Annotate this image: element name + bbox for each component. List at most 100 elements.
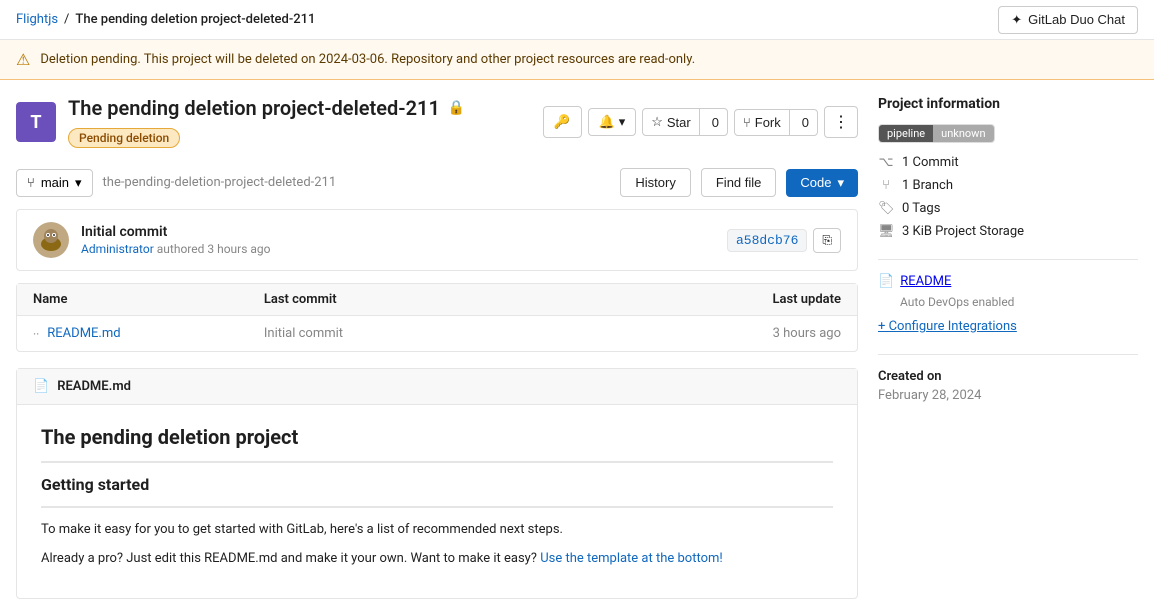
- warning-icon: ⚠: [16, 50, 30, 69]
- pending-badge: Pending deletion: [68, 128, 180, 148]
- readme-divider2: [41, 506, 833, 508]
- avatar-letter: T: [30, 112, 41, 133]
- created-section: Created on February 28, 2024: [878, 369, 1138, 403]
- project-title: The pending deletion project-deleted-211: [68, 96, 440, 120]
- col-commit-header: Last commit: [264, 292, 610, 307]
- more-options-button[interactable]: ⋮: [824, 106, 858, 138]
- code-button[interactable]: Code ▾: [786, 169, 858, 197]
- sidebar-title: Project information: [878, 96, 1138, 112]
- commit-icon: ⌥: [878, 155, 894, 170]
- notifications-button[interactable]: 🔔 ▾: [588, 108, 637, 136]
- commit-row: Initial commit Administrator authored 3 …: [16, 209, 858, 271]
- project-avatar: T: [16, 102, 56, 142]
- main-container: T The pending deletion project-deleted-2…: [0, 80, 1154, 615]
- stat-branches-text: 1 Branch: [902, 178, 953, 193]
- top-nav: Flightjs / The pending deletion project-…: [0, 0, 1154, 40]
- configure-label: + Configure Integrations: [878, 319, 1017, 334]
- configure-integrations-link[interactable]: + Configure Integrations: [878, 319, 1138, 334]
- col-name-header: Name: [33, 292, 264, 307]
- breadcrumb-sep: /: [64, 12, 69, 27]
- readme-divider1: [41, 461, 833, 463]
- readme-para1: To make it easy for you to get started w…: [41, 520, 833, 541]
- commit-authored-text: authored: [157, 242, 208, 256]
- readme-para2-link[interactable]: Use the template at the bottom!: [540, 551, 723, 566]
- duo-chat-button[interactable]: ✦ GitLab Duo Chat: [998, 6, 1138, 34]
- warning-text: Deletion pending. This project will be d…: [40, 52, 695, 67]
- project-header: T The pending deletion project-deleted-2…: [16, 96, 858, 148]
- pipeline-badge: pipeline unknown: [878, 124, 995, 143]
- readme-body: The pending deletion project Getting sta…: [17, 405, 857, 598]
- readme-link-icon: 📄: [878, 274, 894, 289]
- readme-section: 📄 README.md The pending deletion project…: [16, 368, 858, 599]
- project-header-actions: 🔑 🔔 ▾ ☆ Star 0 ⑂ Fork: [543, 106, 858, 138]
- created-label: Created on: [878, 369, 1138, 384]
- storage-icon: 🖥: [878, 224, 894, 239]
- star-label: Star: [667, 115, 691, 130]
- stat-storage-text: 3 KiB Project Storage: [902, 224, 1024, 239]
- stat-commits-text: 1 Commit: [902, 155, 959, 170]
- commit-info: Initial commit Administrator authored 3 …: [81, 224, 715, 256]
- project-title-row: The pending deletion project-deleted-211…: [68, 96, 531, 148]
- branch-name: main: [41, 175, 69, 190]
- fork-label: Fork: [755, 115, 781, 130]
- file-name[interactable]: ·· README.md: [33, 326, 264, 341]
- file-icon: ··: [33, 327, 39, 341]
- branch-stat-icon: ⑂: [878, 178, 894, 193]
- readme-link-row: 📄 README: [878, 274, 1138, 289]
- file-name-text: README.md: [47, 326, 120, 341]
- fork-icon: ⑂: [743, 115, 751, 130]
- file-commit-text: Initial commit: [264, 326, 610, 341]
- readme-header: 📄 README.md: [17, 369, 857, 405]
- commit-time: 3 hours ago: [207, 242, 270, 256]
- table-row: ·· README.md Initial commit 3 hours ago: [17, 316, 857, 351]
- history-button[interactable]: History: [620, 168, 690, 197]
- commit-meta: Administrator authored 3 hours ago: [81, 242, 715, 256]
- code-dropdown-arrow: ▾: [837, 175, 844, 191]
- pipeline-value: unknown: [933, 125, 993, 142]
- bell-icon: 🔔: [599, 114, 615, 130]
- readme-para2: Already a pro? Just edit this README.md …: [41, 549, 833, 570]
- file-table-header: Name Last commit Last update: [17, 284, 857, 316]
- fork-button[interactable]: ⑂ Fork 0: [734, 109, 818, 136]
- content-area: T The pending deletion project-deleted-2…: [16, 96, 858, 599]
- chevron-down-icon: ▾: [619, 114, 626, 130]
- find-file-button[interactable]: Find file: [701, 168, 777, 197]
- breadcrumb: Flightjs / The pending deletion project-…: [16, 12, 315, 27]
- stat-tags-text: 0 Tags: [902, 201, 940, 216]
- created-date: February 28, 2024: [878, 388, 1138, 403]
- sidebar-divider: [878, 259, 1138, 260]
- stat-commits: ⌥ 1 Commit: [878, 155, 1138, 170]
- sidebar-divider-2: [878, 354, 1138, 355]
- repo-toolbar: ⑂ main ▾ the-pending-deletion-project-de…: [16, 168, 858, 197]
- sidebar-stats: ⌥ 1 Commit ⑂ 1 Branch 🏷 0 Tags 🖥 3 KiB P…: [878, 155, 1138, 239]
- breadcrumb-parent[interactable]: Flightjs: [16, 12, 58, 27]
- commit-hash[interactable]: a58dcb76: [727, 229, 807, 252]
- pipeline-label: pipeline: [879, 125, 933, 142]
- readme-info-section: 📄 README Auto DevOps enabled + Configure…: [878, 274, 1138, 334]
- commit-message: Initial commit: [81, 224, 715, 240]
- stat-storage: 🖥 3 KiB Project Storage: [878, 224, 1138, 239]
- sidebar: Project information pipeline unknown ⌥ 1…: [878, 96, 1138, 599]
- repo-path: the-pending-deletion-project-deleted-211: [103, 175, 611, 190]
- dropdown-arrow: ▾: [75, 175, 82, 191]
- readme-title: The pending deletion project: [41, 425, 833, 449]
- branch-selector[interactable]: ⑂ main ▾: [16, 169, 93, 197]
- commit-author[interactable]: Administrator: [81, 242, 154, 256]
- branch-icon: ⑂: [27, 175, 35, 190]
- fork-count: 0: [794, 110, 817, 135]
- readme-filename: README.md: [57, 379, 131, 394]
- commit-avatar: [33, 222, 69, 258]
- code-label: Code: [800, 175, 831, 190]
- ssh-key-button[interactable]: 🔑: [543, 106, 582, 138]
- readme-section-heading: Getting started: [41, 475, 833, 494]
- auto-devops-label: Auto DevOps enabled: [900, 295, 1138, 309]
- col-update-header: Last update: [610, 292, 841, 307]
- breadcrumb-current: The pending deletion project-deleted-211: [75, 12, 315, 27]
- warning-banner: ⚠ Deletion pending. This project will be…: [0, 40, 1154, 80]
- star-button[interactable]: ☆ Star 0: [642, 108, 728, 136]
- readme-sidebar-link[interactable]: README: [900, 274, 951, 289]
- file-table: Name Last commit Last update ·· README.m…: [16, 283, 858, 352]
- project-info-section: Project information pipeline unknown ⌥ 1…: [878, 96, 1138, 239]
- duo-chat-icon: ✦: [1011, 12, 1022, 28]
- copy-hash-button[interactable]: ⎘: [813, 228, 841, 253]
